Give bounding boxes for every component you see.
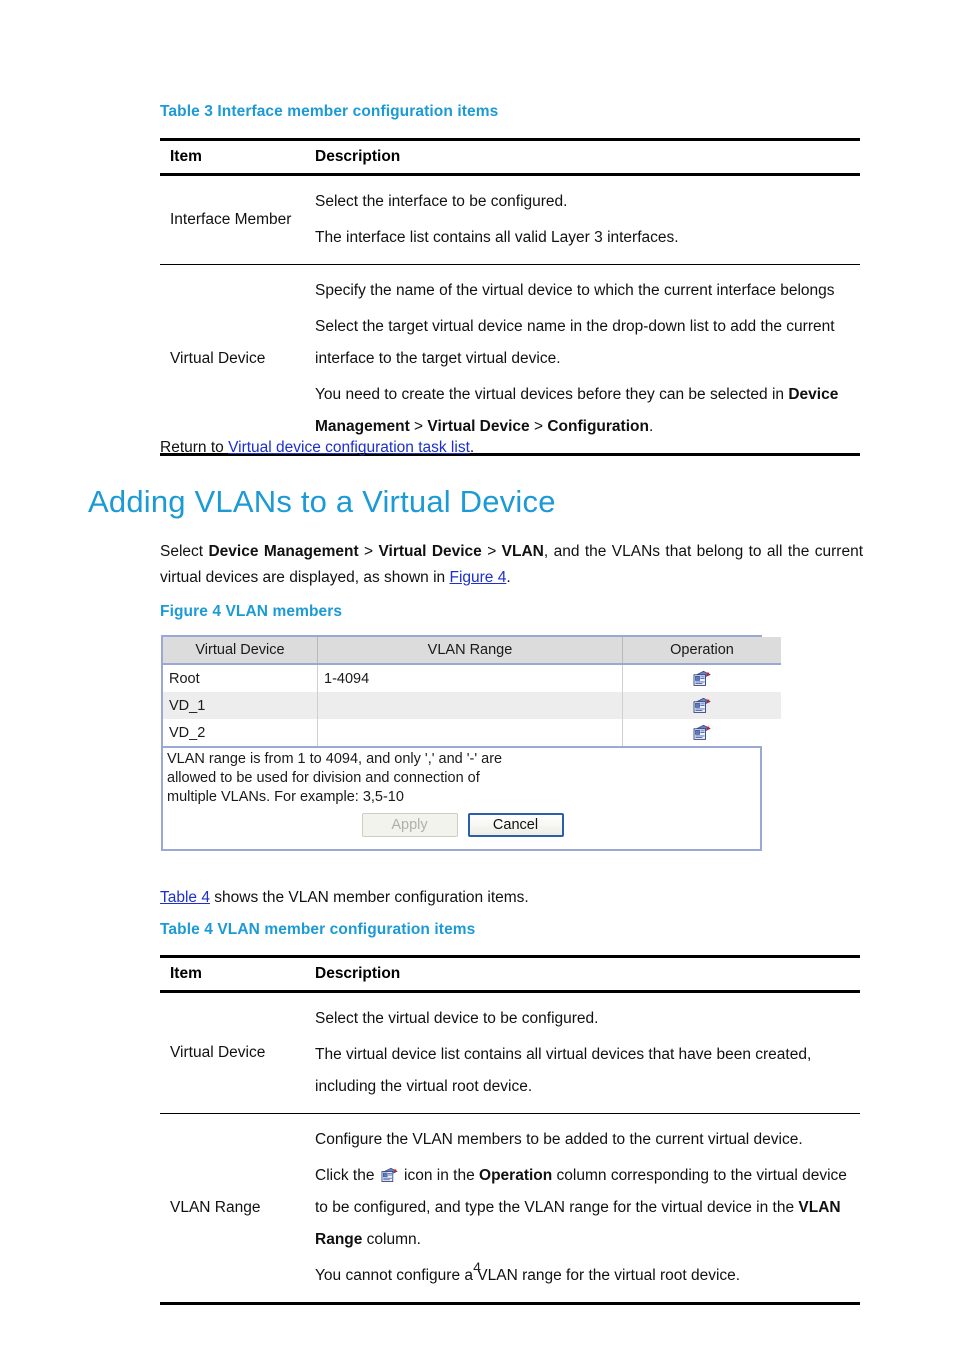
intro-suffix: .	[506, 569, 511, 586]
cell-virtual-device: VD_2	[163, 719, 318, 746]
table4: Item Description Virtual Device Select t…	[160, 955, 860, 1305]
table4-row-description: Select the virtual device to be configur…	[315, 1003, 860, 1103]
table4-row-item-label: VLAN Range	[170, 1199, 261, 1216]
table4-row1-para1: Click the icon in the Operation column c…	[315, 1160, 860, 1256]
edit-note-icon[interactable]	[693, 670, 711, 687]
apply-button[interactable]: Apply	[361, 813, 458, 837]
menu-path-configuration: Configuration	[547, 418, 649, 435]
table3-row-item-label: Virtual Device	[170, 350, 266, 367]
cell-operation	[622, 664, 781, 692]
menu-path-vlan: VLAN	[501, 543, 544, 560]
icon-para-suffix: column.	[362, 1231, 421, 1248]
menu-sep: >	[409, 418, 428, 435]
table-row[interactable]: Root 1-4094	[163, 664, 781, 692]
table3-row1-para0: Specify the name of the virtual device t…	[315, 282, 835, 299]
cell-virtual-device: Root	[163, 664, 318, 692]
figure4-ui-screenshot: Virtual Device VLAN Range Operation Root…	[161, 635, 781, 851]
column-header-virtual-device[interactable]: Virtual Device	[163, 637, 318, 665]
table3-header-item: Item	[170, 148, 202, 165]
vlan-members-table: Virtual Device VLAN Range Operation Root…	[163, 637, 781, 746]
table3-row0-para0: Select the interface to be configured.	[315, 193, 568, 210]
column-header-operation[interactable]: Operation	[622, 637, 781, 665]
table3: Item Description Interface Member Select…	[160, 138, 860, 456]
table4-row0-para1: The virtual device list contains all vir…	[315, 1046, 812, 1095]
vlan-table-header-row: Virtual Device VLAN Range Operation	[163, 637, 781, 665]
table3-row1-para1: Select the target virtual device name in…	[315, 318, 835, 367]
table4-header-description: Description	[315, 965, 401, 982]
table3-row0-para1: The interface list contains all valid La…	[315, 229, 679, 246]
text-prefix: You need to create the virtual devices b…	[315, 386, 789, 403]
icon-para-prefix: Click the	[315, 1167, 379, 1184]
table3-row-virtual-device: Virtual Device Specify the name of the v…	[160, 265, 860, 453]
cell-operation	[622, 692, 781, 719]
cell-vlan-range	[317, 692, 623, 719]
menu-sep: >	[481, 543, 502, 560]
table4-header-row: Item Description	[160, 958, 860, 990]
table4-bottom-rule	[160, 1302, 860, 1305]
return-suffix: .	[469, 439, 475, 456]
table4-header-item: Item	[170, 965, 202, 982]
return-prefix: Return to	[160, 439, 229, 456]
table4-row-item-label: Virtual Device	[170, 1044, 266, 1061]
table3-row-item-label: Interface Member	[170, 211, 292, 228]
table-row[interactable]: VD_2	[163, 719, 781, 746]
table3-row-description: Specify the name of the virtual device t…	[315, 275, 860, 443]
edit-note-icon	[381, 1163, 398, 1182]
table-row[interactable]: VD_1	[163, 692, 781, 719]
page-heading: Adding VLANs to a Virtual Device	[88, 484, 556, 519]
menu-path-virtual-device: Virtual Device	[378, 543, 482, 560]
link-figure-4[interactable]: Figure 4	[449, 569, 506, 586]
intro-prefix: Select	[160, 543, 209, 560]
document-page: Table 3 Interface member configuration i…	[0, 0, 954, 1350]
page-number: 4	[473, 1259, 481, 1275]
table3-row-interface-member: Interface Member Select the interface to…	[160, 176, 860, 264]
table3-header-row: Item Description	[160, 141, 860, 173]
icon-para-middle1: icon in the	[399, 1167, 480, 1184]
table4-row-virtual-device: Virtual Device Select the virtual device…	[160, 993, 860, 1113]
menu-path-virtual-device: Virtual Device	[427, 418, 530, 435]
cell-vlan-range	[317, 719, 623, 746]
return-to-line: Return to Virtual device configuration t…	[160, 434, 474, 461]
vlan-range-note: VLAN range is from 1 to 4094, and only '…	[167, 751, 503, 805]
figure4-button-row: Apply Cancel	[167, 807, 758, 845]
menu-sep: >	[358, 543, 379, 560]
column-header-vlan-range[interactable]: VLAN Range	[317, 637, 623, 665]
table4-row1-para0: Configure the VLAN members to be added t…	[315, 1131, 803, 1148]
table3-row-description: Select the interface to be configured. T…	[315, 186, 860, 254]
edit-note-icon[interactable]	[693, 724, 711, 741]
table3-caption: Table 3 Interface member configuration i…	[160, 103, 499, 120]
text-suffix: .	[648, 418, 654, 435]
table4-row0-para0: Select the virtual device to be configur…	[315, 1010, 599, 1027]
link-table-4[interactable]: Table 4	[160, 889, 210, 906]
figure4-caption: Figure 4 VLAN members	[160, 603, 343, 620]
cancel-button[interactable]: Cancel	[467, 813, 564, 837]
menu-sep: >	[529, 418, 548, 435]
table4-lead-line: Table 4 shows the VLAN member configurat…	[160, 884, 529, 911]
table3-header-description: Description	[315, 148, 401, 165]
cell-vlan-range: 1-4094	[317, 664, 623, 692]
intro-paragraph: Select Device Management > Virtual Devic…	[160, 539, 863, 591]
vlan-range-note-area: VLAN range is from 1 to 4094, and only '…	[163, 746, 760, 849]
table4-lead-text: shows the VLAN member configuration item…	[209, 889, 529, 906]
cell-operation	[622, 719, 781, 746]
menu-path-device-management: Device Management	[208, 543, 359, 560]
cell-virtual-device: VD_1	[163, 692, 318, 719]
table4-caption: Table 4 VLAN member configuration items	[160, 921, 476, 938]
link-virtual-device-task-list[interactable]: Virtual device configuration task list	[228, 439, 470, 456]
edit-note-icon[interactable]	[693, 697, 711, 714]
term-operation: Operation	[479, 1167, 553, 1184]
